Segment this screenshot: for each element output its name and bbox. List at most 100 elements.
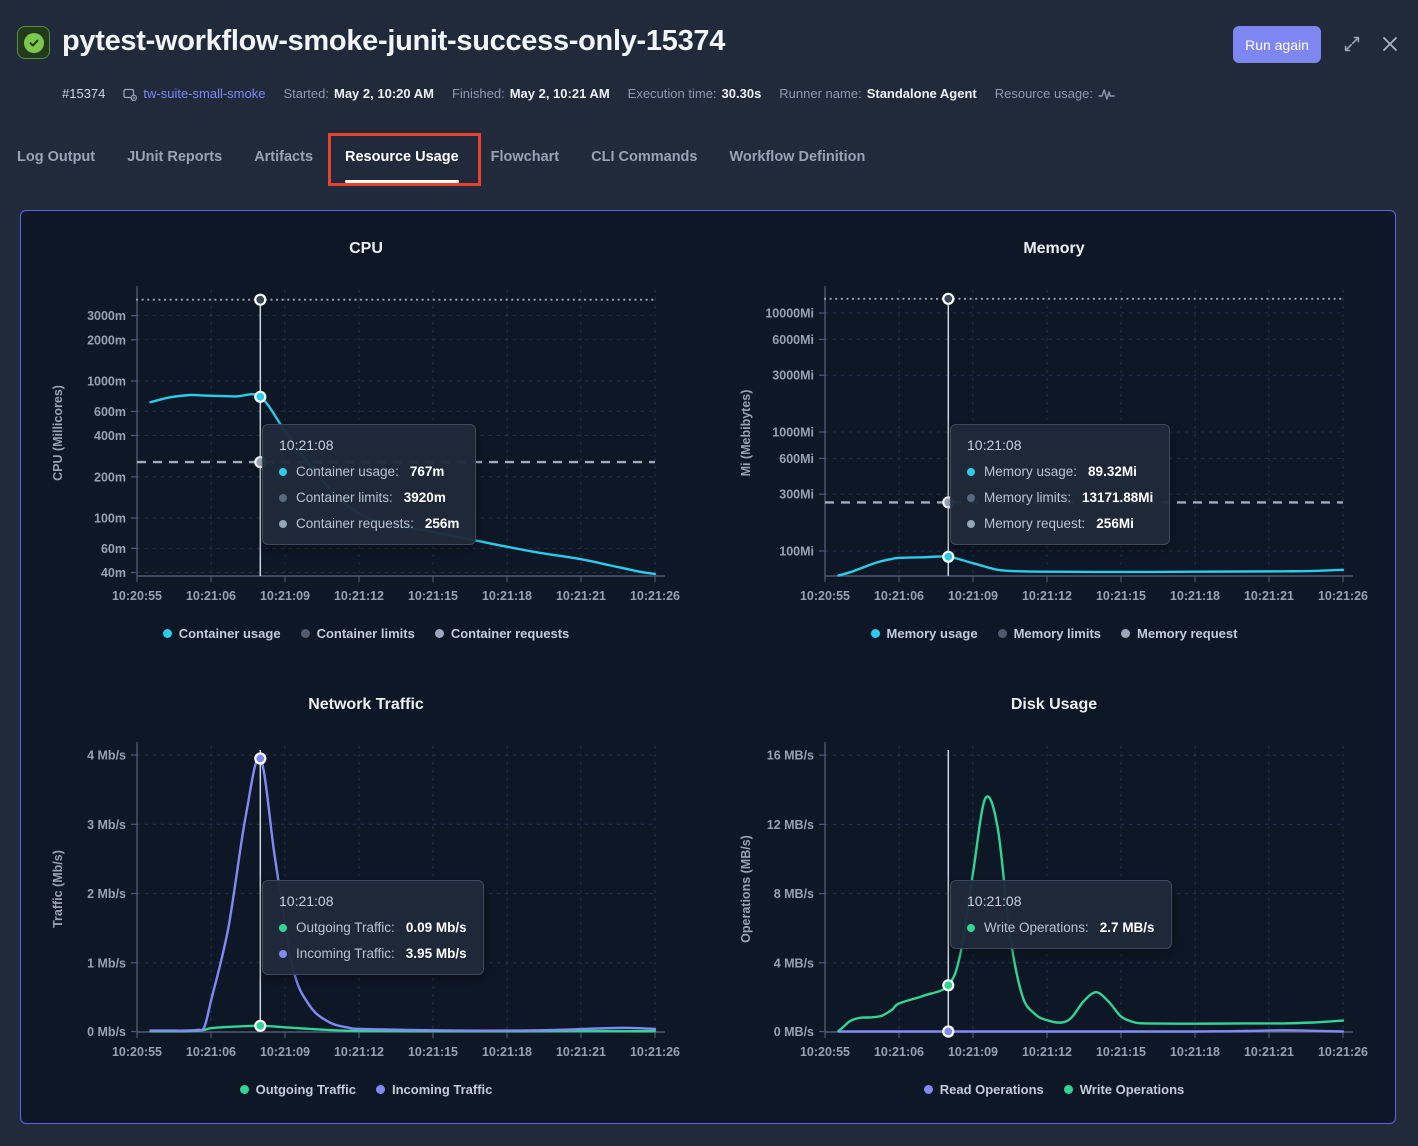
- tooltip-time: 10:21:08: [967, 893, 1155, 909]
- svg-text:10:21:18: 10:21:18: [1170, 1045, 1220, 1059]
- svg-text:300Mi: 300Mi: [779, 488, 814, 502]
- legend-item[interactable]: Memory request: [1121, 626, 1237, 641]
- finished-pair: Finished: May 2, 10:21 AM: [452, 86, 610, 101]
- series-dot-icon: [279, 950, 287, 958]
- tab-log-output[interactable]: Log Output: [17, 132, 95, 192]
- tooltip-row: Container limits:3920m: [279, 490, 459, 505]
- tab-junit-reports[interactable]: JUnit Reports: [127, 132, 222, 192]
- svg-text:10:21:06: 10:21:06: [874, 1045, 924, 1059]
- svg-text:10:21:18: 10:21:18: [1170, 589, 1220, 603]
- execution-number: #15374: [62, 86, 105, 101]
- runner-name-pair: Runner name: Standalone Agent: [779, 86, 976, 101]
- svg-text:200m: 200m: [94, 470, 126, 484]
- svg-text:1 Mb/s: 1 Mb/s: [87, 956, 126, 970]
- svg-text:10:20:55: 10:20:55: [800, 1045, 850, 1059]
- tab-flowchart[interactable]: Flowchart: [491, 132, 559, 192]
- svg-text:1000m: 1000m: [87, 375, 126, 389]
- series-dot-icon: [967, 924, 975, 932]
- expand-icon[interactable]: [1341, 33, 1363, 55]
- svg-text:10:21:06: 10:21:06: [874, 589, 924, 603]
- series-dot-icon: [435, 629, 444, 638]
- series-dot-icon: [1064, 1085, 1073, 1094]
- svg-text:4 MB/s: 4 MB/s: [774, 956, 814, 970]
- check-icon: [24, 33, 44, 53]
- network-legend: Outgoing Traffic Incoming Traffic: [22, 1082, 710, 1097]
- series-dot-icon: [871, 629, 880, 638]
- network-chart: Network Traffic4 Mb/s3 Mb/s2 Mb/s1 Mb/s0…: [22, 688, 710, 1118]
- network-tooltip: 10:21:08Outgoing Traffic:0.09 Mb/sIncomi…: [262, 880, 484, 975]
- close-icon[interactable]: [1379, 33, 1401, 55]
- workflow-execution-modal: pytest-workflow-smoke-junit-success-only…: [0, 0, 1418, 1146]
- svg-text:12 MB/s: 12 MB/s: [767, 818, 814, 832]
- tooltip-row: Incoming Traffic:3.95 Mb/s: [279, 946, 467, 961]
- svg-text:2000m: 2000m: [87, 333, 126, 347]
- svg-text:3000Mi: 3000Mi: [772, 369, 814, 383]
- svg-text:3000m: 3000m: [87, 309, 126, 323]
- tooltip-row: Memory limits:13171.88Mi: [967, 490, 1153, 505]
- svg-text:10:21:09: 10:21:09: [948, 589, 998, 603]
- svg-text:4 Mb/s: 4 Mb/s: [87, 749, 126, 763]
- series-dot-icon: [301, 629, 310, 638]
- series-dot-icon: [279, 924, 287, 932]
- series-dot-icon: [240, 1085, 249, 1094]
- svg-text:10:20:55: 10:20:55: [112, 1045, 162, 1059]
- memory-legend: Memory usage Memory limits Memory request: [710, 626, 1398, 641]
- workflow-tag-icon: [123, 87, 137, 101]
- svg-text:10:21:15: 10:21:15: [1096, 589, 1146, 603]
- memory-tooltip: 10:21:08Memory usage:89.32MiMemory limit…: [950, 424, 1170, 545]
- tab-workflow-definition[interactable]: Workflow Definition: [729, 132, 865, 192]
- svg-text:10:21:09: 10:21:09: [948, 1045, 998, 1059]
- tooltip-row: Memory request:256Mi: [967, 516, 1153, 531]
- svg-text:0 MB/s: 0 MB/s: [774, 1025, 814, 1039]
- svg-text:6000Mi: 6000Mi: [772, 333, 814, 347]
- svg-text:10:21:06: 10:21:06: [186, 589, 236, 603]
- series-dot-icon: [279, 468, 287, 476]
- legend-item[interactable]: Memory limits: [998, 626, 1101, 641]
- legend-item[interactable]: Memory usage: [871, 626, 978, 641]
- legend-item[interactable]: Container requests: [435, 626, 569, 641]
- svg-text:10:21:09: 10:21:09: [260, 589, 310, 603]
- tab-cli-commands[interactable]: CLI Commands: [591, 132, 697, 192]
- legend-item[interactable]: Container usage: [163, 626, 281, 641]
- meta-row: #15374 tw-suite-small-smoke Started: May…: [62, 86, 1116, 101]
- cpu-tooltip: 10:21:08Container usage:767mContainer li…: [262, 424, 476, 545]
- svg-text:0 Mb/s: 0 Mb/s: [87, 1025, 126, 1039]
- svg-text:Operations (MB/s): Operations (MB/s): [739, 835, 753, 943]
- disk-chart: Disk Usage16 MB/s12 MB/s8 MB/s4 MB/s0 MB…: [710, 688, 1398, 1118]
- svg-text:10:20:55: 10:20:55: [112, 589, 162, 603]
- status-success-icon: [17, 26, 50, 59]
- svg-text:10:21:15: 10:21:15: [1096, 1045, 1146, 1059]
- svg-text:10:21:12: 10:21:12: [1022, 589, 1072, 603]
- run-again-button[interactable]: Run again: [1233, 26, 1321, 63]
- legend-item[interactable]: Container limits: [301, 626, 415, 641]
- disk-legend: Read Operations Write Operations: [710, 1082, 1398, 1097]
- svg-text:10:21:18: 10:21:18: [482, 1045, 532, 1059]
- series-dot-icon: [967, 494, 975, 502]
- svg-text:400m: 400m: [94, 429, 126, 443]
- legend-item[interactable]: Outgoing Traffic: [240, 1082, 356, 1097]
- svg-text:10:21:15: 10:21:15: [408, 1045, 458, 1059]
- active-tab-underline: [345, 180, 459, 183]
- svg-text:16 MB/s: 16 MB/s: [767, 749, 814, 763]
- svg-text:10:21:06: 10:21:06: [186, 1045, 236, 1059]
- legend-item[interactable]: Read Operations: [924, 1082, 1044, 1097]
- suite-link[interactable]: tw-suite-small-smoke: [123, 86, 265, 101]
- legend-item[interactable]: Incoming Traffic: [376, 1082, 492, 1097]
- svg-text:10:20:55: 10:20:55: [800, 589, 850, 603]
- svg-text:10:21:21: 10:21:21: [556, 1045, 606, 1059]
- tab-resource-usage[interactable]: Resource Usage: [345, 132, 459, 192]
- svg-text:1000Mi: 1000Mi: [772, 426, 814, 440]
- series-dot-icon: [376, 1085, 385, 1094]
- svg-text:10:21:12: 10:21:12: [1022, 1045, 1072, 1059]
- svg-text:10:21:26: 10:21:26: [1318, 589, 1368, 603]
- svg-text:10:21:18: 10:21:18: [482, 589, 532, 603]
- series-dot-icon: [998, 629, 1007, 638]
- svg-text:10:21:12: 10:21:12: [334, 589, 384, 603]
- svg-text:100Mi: 100Mi: [779, 545, 814, 559]
- legend-item[interactable]: Write Operations: [1064, 1082, 1185, 1097]
- execution-time-pair: Execution time: 30.30s: [628, 86, 762, 101]
- svg-text:10:21:26: 10:21:26: [630, 589, 680, 603]
- memory-chart: Memory10000Mi6000Mi3000Mi1000Mi600Mi300M…: [710, 232, 1398, 662]
- tab-artifacts[interactable]: Artifacts: [254, 132, 313, 192]
- series-dot-icon: [924, 1085, 933, 1094]
